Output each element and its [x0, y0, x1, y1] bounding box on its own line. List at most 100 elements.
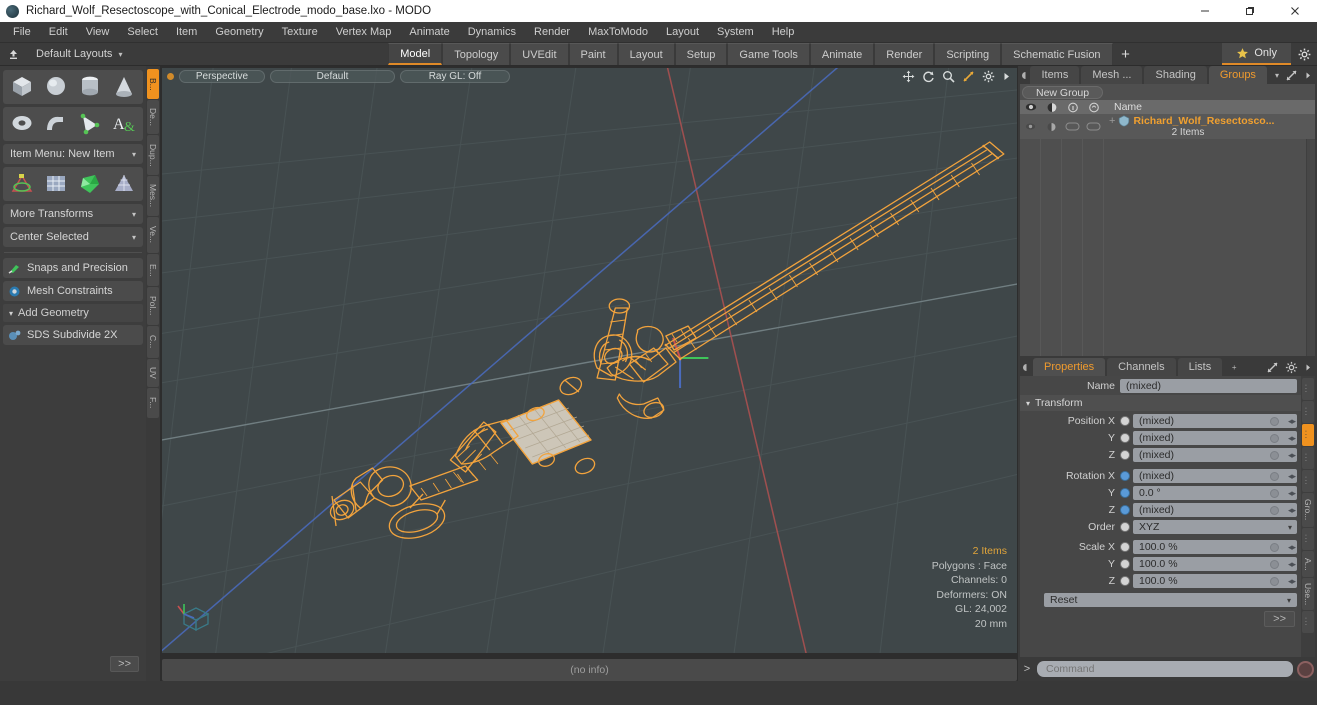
- cylinder-primitive-icon[interactable]: [73, 72, 107, 102]
- scale-y-field[interactable]: 100.0 % ◂▸: [1133, 557, 1297, 571]
- vtab-deform[interactable]: De...: [147, 100, 159, 134]
- menu-item-geometry[interactable]: Geometry: [206, 22, 272, 43]
- rvtab-4[interactable]: ...: [1302, 447, 1314, 469]
- tab-shading[interactable]: Shading: [1144, 66, 1207, 84]
- rvtab-3-active[interactable]: ...: [1302, 424, 1314, 446]
- position-z-knob[interactable]: [1120, 450, 1130, 460]
- position-z-field[interactable]: (mixed) ◂▸: [1133, 448, 1297, 462]
- vtab-fusion[interactable]: F...: [147, 388, 159, 418]
- stepper-arrows-icon[interactable]: ◂▸: [1288, 416, 1296, 427]
- vtab-basic[interactable]: B...: [147, 69, 159, 99]
- rotation-z-knob[interactable]: [1120, 505, 1130, 515]
- value-dial-icon[interactable]: [1270, 416, 1279, 426]
- layout-settings-gear-icon[interactable]: [1291, 43, 1317, 65]
- scale-z-knob[interactable]: [1120, 576, 1130, 586]
- stepper-arrows-icon[interactable]: ◂▸: [1288, 559, 1296, 570]
- rvtab-5[interactable]: ...: [1302, 470, 1314, 492]
- zoom-magnifier-icon[interactable]: [942, 70, 955, 83]
- transform-section-header[interactable]: ▾ Transform: [1020, 395, 1301, 411]
- value-dial-icon[interactable]: [1270, 576, 1279, 586]
- row-visibility-toggle[interactable]: [1020, 122, 1041, 131]
- layout-tab-scripting[interactable]: Scripting: [934, 43, 1002, 65]
- menu-item-vertex-map[interactable]: Vertex Map: [327, 22, 401, 43]
- layout-tab-paint[interactable]: Paint: [568, 43, 618, 65]
- lock-icon[interactable]: [1083, 102, 1104, 113]
- rvtab-a[interactable]: A...: [1302, 551, 1314, 577]
- table-row[interactable]: + Richard_Wolf_Resectosco... 2 Items: [1020, 114, 1315, 139]
- rvtab-user[interactable]: Use...: [1302, 578, 1314, 610]
- default-layouts-dropdown[interactable]: Default Layouts ▾: [26, 43, 132, 65]
- pyramid-mesh-icon[interactable]: [107, 169, 141, 199]
- value-dial-icon[interactable]: [1270, 488, 1279, 498]
- overflow-caret-icon[interactable]: [1304, 361, 1312, 374]
- center-selected-dropdown[interactable]: Center Selected ▾: [3, 227, 143, 247]
- panel-menu-dot-icon[interactable]: [1020, 66, 1030, 84]
- minimize-icon[interactable]: [1182, 0, 1227, 22]
- menu-item-render[interactable]: Render: [525, 22, 579, 43]
- tab-properties[interactable]: Properties: [1033, 358, 1106, 376]
- menu-item-animate[interactable]: Animate: [400, 22, 458, 43]
- layout-tab-render[interactable]: Render: [874, 43, 935, 65]
- cube-primitive-icon[interactable]: [5, 72, 39, 102]
- sds-subdivide-button[interactable]: SDS Subdivide 2X: [3, 325, 143, 345]
- tab-overflow-caret-icon[interactable]: ▾: [1269, 66, 1285, 84]
- groups-tree-empty-area[interactable]: [1020, 139, 1315, 356]
- rotation-y-field[interactable]: 0.0 ° ◂▸: [1133, 486, 1297, 500]
- add-properties-tab-button[interactable]: +: [1224, 358, 1244, 376]
- tree-expander-icon[interactable]: +: [1109, 115, 1115, 127]
- 3d-viewport[interactable]: Perspective Default Ray GL: Off 2 Items …: [162, 68, 1017, 653]
- name-field[interactable]: (mixed): [1120, 379, 1297, 393]
- row-render-toggle[interactable]: [1041, 122, 1062, 132]
- value-dial-icon[interactable]: [1270, 505, 1279, 515]
- layout-tab-model[interactable]: Model: [388, 43, 443, 65]
- transform-gizmo-icon[interactable]: [5, 169, 39, 199]
- layout-tab-animate[interactable]: Animate: [809, 43, 875, 65]
- fit-icon[interactable]: [962, 70, 975, 83]
- menu-item-maxtomodo[interactable]: MaxToModo: [579, 22, 657, 43]
- pan-icon[interactable]: [902, 70, 915, 83]
- only-toggle-button[interactable]: Only: [1222, 43, 1291, 65]
- layout-tab-setup[interactable]: Setup: [674, 43, 728, 65]
- rvtab-2[interactable]: ...: [1302, 401, 1314, 423]
- value-dial-icon[interactable]: [1270, 450, 1279, 460]
- stepper-arrows-icon[interactable]: ◂▸: [1288, 542, 1296, 553]
- scale-z-field[interactable]: 100.0 % ◂▸: [1133, 574, 1297, 588]
- value-dial-icon[interactable]: [1270, 471, 1279, 481]
- value-dial-icon[interactable]: [1270, 542, 1279, 552]
- more-transforms-dropdown[interactable]: More Transforms ▾: [3, 204, 143, 224]
- rotation-z-field[interactable]: (mixed) ◂▸: [1133, 503, 1297, 517]
- tab-items[interactable]: Items: [1030, 66, 1080, 84]
- record-icon[interactable]: [1297, 660, 1314, 678]
- pen-primitive-icon[interactable]: [73, 109, 107, 139]
- left-panel-more-button[interactable]: >>: [110, 656, 139, 672]
- add-geometry-section[interactable]: ▾ Add Geometry: [3, 304, 143, 322]
- reset-dropdown[interactable]: Reset ▾: [1044, 593, 1297, 607]
- layout-tab-game-tools[interactable]: Game Tools: [727, 43, 810, 65]
- gem-mesh-icon[interactable]: [73, 169, 107, 199]
- position-x-knob[interactable]: [1120, 416, 1130, 426]
- scale-x-knob[interactable]: [1120, 542, 1130, 552]
- menu-item-item[interactable]: Item: [167, 22, 206, 43]
- tube-primitive-icon[interactable]: [39, 109, 73, 139]
- upload-arrow-icon[interactable]: [0, 43, 26, 65]
- tab-lists[interactable]: Lists: [1177, 358, 1223, 376]
- eye-visibility-icon[interactable]: [1020, 102, 1041, 112]
- viewport-raygl-button[interactable]: Ray GL: Off: [400, 70, 510, 83]
- stepper-arrows-icon[interactable]: ◂▸: [1288, 471, 1296, 482]
- menu-item-system[interactable]: System: [708, 22, 763, 43]
- viewport-shading-button[interactable]: Default: [270, 70, 395, 83]
- play-caret-icon[interactable]: [1002, 70, 1011, 83]
- stepper-arrows-icon[interactable]: ◂▸: [1288, 433, 1296, 444]
- vtab-mesh[interactable]: Mes...: [147, 176, 159, 216]
- vtab-uv[interactable]: UV: [147, 359, 159, 387]
- item-menu-dropdown[interactable]: Item Menu: New Item ▾: [3, 144, 143, 164]
- cone-primitive-icon[interactable]: [107, 72, 141, 102]
- value-dial-icon[interactable]: [1270, 433, 1279, 443]
- position-y-field[interactable]: (mixed) ◂▸: [1133, 431, 1297, 445]
- gear-icon[interactable]: [1285, 361, 1298, 374]
- scale-y-knob[interactable]: [1120, 559, 1130, 569]
- command-input[interactable]: [1037, 661, 1293, 677]
- vtab-polygon[interactable]: Pol...: [147, 287, 159, 325]
- rvtab-7[interactable]: ...: [1302, 528, 1314, 550]
- properties-menu-dot-icon[interactable]: [1020, 358, 1033, 376]
